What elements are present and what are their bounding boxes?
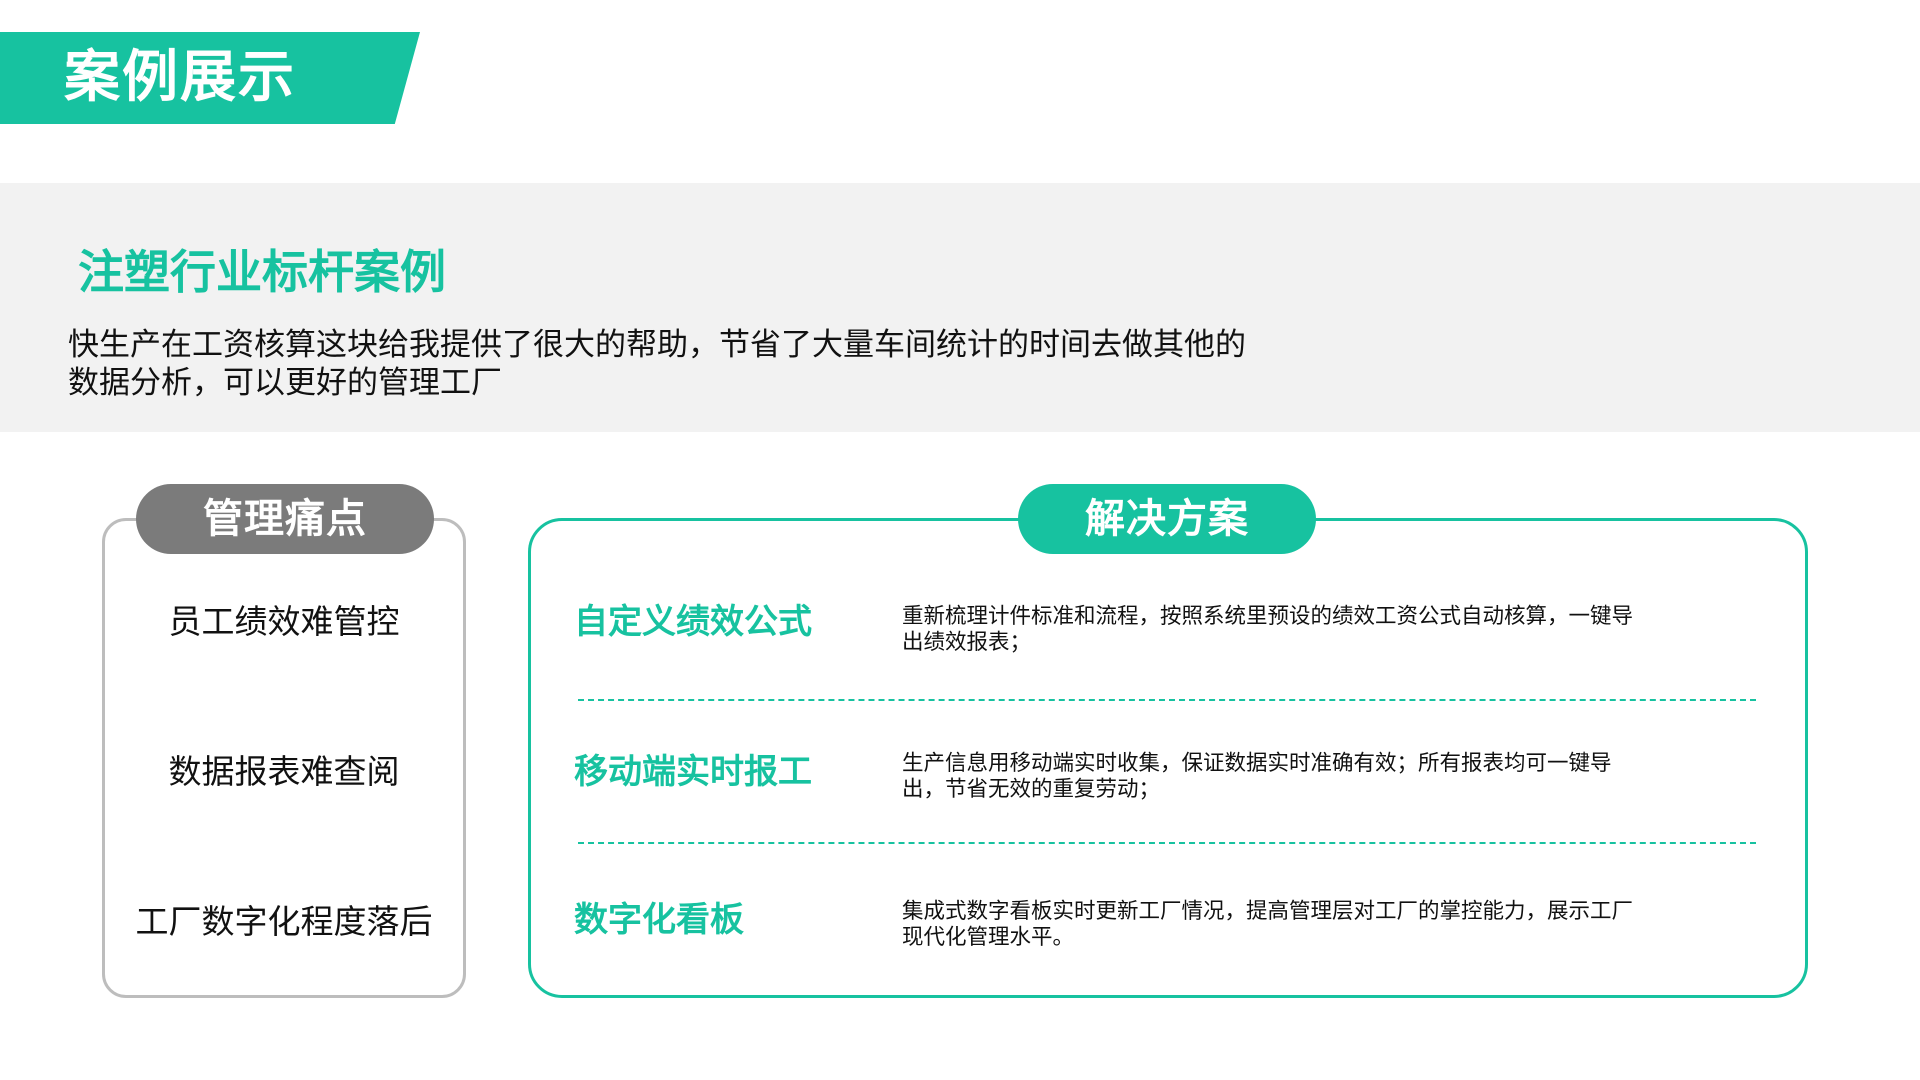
solution-description: 重新梳理计件标准和流程，按照系统里预设的绩效工资公式自动核算，一键导出绩效报表；	[902, 604, 1634, 655]
pain-point-item: 员工绩效难管控	[168, 602, 400, 641]
page-title: 案例展示	[64, 45, 296, 110]
slide: 案例展示 注塑行业标杆案例 快生产在工资核算这块给我提供了很大的帮助，节省了大量…	[0, 0, 1920, 1080]
pain-point-item: 数据报表难查阅	[168, 752, 400, 791]
solution-title: 移动端实时报工	[574, 752, 812, 792]
case-description: 快生产在工资核算这块给我提供了很大的帮助，节省了大量车间统计的时间去做其他的数据…	[68, 327, 1246, 401]
solution-title: 自定义绩效公式	[574, 602, 812, 642]
solution-title: 数字化看板	[574, 900, 744, 940]
solutions-title: 解决方案	[1018, 484, 1316, 554]
solution-divider	[578, 842, 1756, 844]
solution-divider	[578, 699, 1756, 701]
case-title: 注塑行业标杆案例	[78, 245, 446, 299]
solution-description: 集成式数字看板实时更新工厂情况，提高管理层对工厂的掌控能力，展示工厂现代化管理水…	[902, 899, 1634, 950]
solution-description: 生产信息用移动端实时收集，保证数据实时准确有效；所有报表均可一键导出，节省无效的…	[902, 751, 1612, 802]
pain-point-item: 工厂数字化程度落后	[135, 902, 433, 941]
pain-points-title: 管理痛点	[136, 484, 434, 554]
